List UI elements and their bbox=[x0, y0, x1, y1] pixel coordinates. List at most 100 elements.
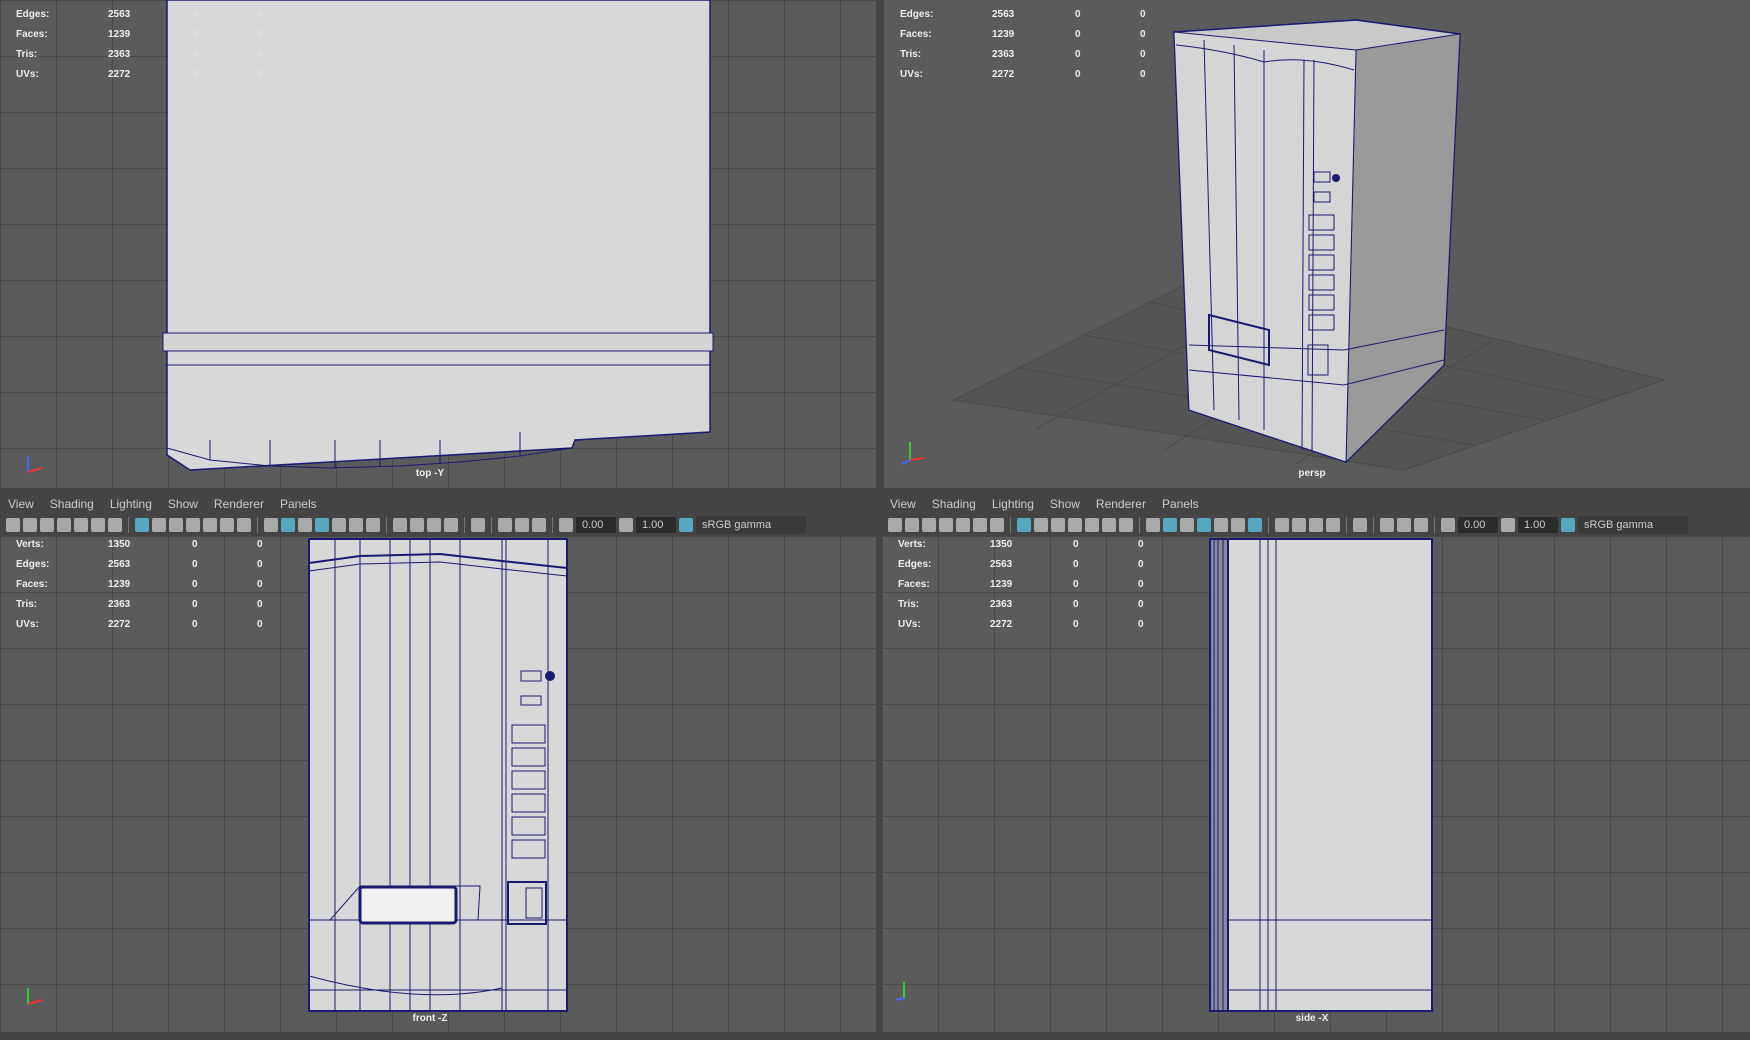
motion-blur-icon[interactable] bbox=[410, 518, 424, 532]
image-plane-icon[interactable] bbox=[956, 518, 970, 532]
xray-joints-icon[interactable] bbox=[1397, 518, 1411, 532]
isolate-select-icon[interactable] bbox=[471, 518, 485, 532]
safe-action-icon[interactable] bbox=[1102, 518, 1116, 532]
shadows-icon[interactable] bbox=[366, 518, 380, 532]
gate-mask-icon[interactable] bbox=[186, 518, 200, 532]
view-transform-dropdown[interactable]: sRGB gamma bbox=[696, 516, 806, 534]
stat-value: 0 bbox=[193, 69, 199, 80]
stat-value: 1350 bbox=[990, 539, 1013, 550]
gamma-field[interactable]: 1.00 bbox=[636, 517, 676, 533]
top-viewport[interactable]: Edges: 2563 0 0 Faces: 1239 0 0 Tris: 2363 0 0 UV… bbox=[0, 0, 876, 488]
lock-camera-icon[interactable] bbox=[23, 518, 37, 532]
exposure-field[interactable]: 0.00 bbox=[576, 517, 616, 533]
default-material-icon[interactable] bbox=[298, 518, 312, 532]
camera-attributes-icon[interactable] bbox=[922, 518, 936, 532]
motion-blur-icon[interactable] bbox=[1292, 518, 1306, 532]
2d-pan-icon[interactable] bbox=[91, 518, 105, 532]
film-gate-icon[interactable] bbox=[152, 518, 166, 532]
menu-renderer[interactable]: Renderer bbox=[1096, 497, 1146, 511]
gamma-icon[interactable] bbox=[1501, 518, 1515, 532]
anti-aliasing-icon[interactable] bbox=[427, 518, 441, 532]
field-chart-icon[interactable] bbox=[1085, 518, 1099, 532]
stat-label: Faces: bbox=[898, 579, 930, 590]
wireframe-on-shaded-icon[interactable] bbox=[1197, 518, 1211, 532]
menu-shading[interactable]: Shading bbox=[50, 497, 94, 511]
ambient-occlusion-icon[interactable] bbox=[393, 518, 407, 532]
stat-value: 2563 bbox=[990, 559, 1013, 570]
menu-view[interactable]: View bbox=[8, 497, 34, 511]
depth-of-field-icon[interactable] bbox=[444, 518, 458, 532]
field-chart-icon[interactable] bbox=[203, 518, 217, 532]
safe-title-icon[interactable] bbox=[1119, 518, 1133, 532]
camera-icon[interactable] bbox=[888, 518, 902, 532]
gate-mask-icon[interactable] bbox=[1068, 518, 1082, 532]
menu-panels[interactable]: Panels bbox=[1162, 497, 1199, 511]
view-label: persp bbox=[1298, 468, 1326, 479]
stat-label: UVs: bbox=[16, 69, 39, 80]
wireframe-icon[interactable] bbox=[264, 518, 278, 532]
smooth-shade-icon[interactable] bbox=[1163, 518, 1177, 532]
xray-joints-icon[interactable] bbox=[515, 518, 529, 532]
exposure-icon[interactable] bbox=[559, 518, 573, 532]
lock-camera-icon[interactable] bbox=[905, 518, 919, 532]
isolate-select-icon[interactable] bbox=[1353, 518, 1367, 532]
persp-view-panel: Edges: 2563 0 0 Faces: 1239 0 0 Tris: 2363 0 0 UV… bbox=[884, 0, 1750, 488]
stat-label: UVs: bbox=[898, 619, 921, 630]
menu-show[interactable]: Show bbox=[168, 497, 198, 511]
safe-title-icon[interactable] bbox=[237, 518, 251, 532]
grease-pencil-icon[interactable] bbox=[990, 518, 1004, 532]
resolution-gate-icon[interactable] bbox=[1051, 518, 1065, 532]
color-management-icon[interactable] bbox=[1561, 518, 1575, 532]
safe-action-icon[interactable] bbox=[220, 518, 234, 532]
ambient-occlusion-icon[interactable] bbox=[1275, 518, 1289, 532]
image-plane-icon[interactable] bbox=[74, 518, 88, 532]
view-transform-dropdown[interactable]: sRGB gamma bbox=[1578, 516, 1688, 534]
front-viewport[interactable]: Verts: 1350 0 0 Edges: 2563 0 0 Faces: 1239 0 0 T… bbox=[0, 536, 876, 1032]
stat-value: 0 bbox=[1075, 69, 1081, 80]
menu-show[interactable]: Show bbox=[1050, 497, 1080, 511]
grease-pencil-icon[interactable] bbox=[108, 518, 122, 532]
bookmark-icon[interactable] bbox=[57, 518, 71, 532]
lights-icon[interactable] bbox=[349, 518, 363, 532]
gamma-icon[interactable] bbox=[619, 518, 633, 532]
stat-value: 0 bbox=[257, 29, 263, 40]
color-management-icon[interactable] bbox=[679, 518, 693, 532]
2d-pan-icon[interactable] bbox=[973, 518, 987, 532]
stat-label: Verts: bbox=[898, 539, 926, 550]
lights-icon[interactable] bbox=[1231, 518, 1245, 532]
wireframe-icon[interactable] bbox=[1146, 518, 1160, 532]
gamma-field[interactable]: 1.00 bbox=[1518, 517, 1558, 533]
grid-icon[interactable] bbox=[1017, 518, 1031, 532]
menu-lighting[interactable]: Lighting bbox=[110, 497, 152, 511]
persp-viewport[interactable]: Edges: 2563 0 0 Faces: 1239 0 0 Tris: 2363 0 0 UV… bbox=[884, 0, 1750, 488]
bookmark-icon[interactable] bbox=[939, 518, 953, 532]
wireframe-on-shaded-icon[interactable] bbox=[315, 518, 329, 532]
menu-lighting[interactable]: Lighting bbox=[992, 497, 1034, 511]
camera-icon[interactable] bbox=[6, 518, 20, 532]
stat-label: Edges: bbox=[898, 559, 932, 570]
side-viewport[interactable]: Verts: 1350 0 0 Edges: 2563 0 0 Faces: 1239 0 0 T… bbox=[882, 536, 1750, 1032]
smooth-shade-icon[interactable] bbox=[281, 518, 295, 532]
grid-icon[interactable] bbox=[135, 518, 149, 532]
menu-panels[interactable]: Panels bbox=[280, 497, 317, 511]
stat-value: 1239 bbox=[108, 579, 131, 590]
depth-of-field-icon[interactable] bbox=[1326, 518, 1340, 532]
default-material-icon[interactable] bbox=[1180, 518, 1194, 532]
backface-culling-icon[interactable] bbox=[532, 518, 546, 532]
xray-icon[interactable] bbox=[1380, 518, 1394, 532]
textured-icon[interactable] bbox=[1214, 518, 1228, 532]
resolution-gate-icon[interactable] bbox=[169, 518, 183, 532]
menu-view[interactable]: View bbox=[890, 497, 916, 511]
exposure-icon[interactable] bbox=[1441, 518, 1455, 532]
film-gate-icon[interactable] bbox=[1034, 518, 1048, 532]
stat-label: UVs: bbox=[900, 69, 923, 80]
backface-culling-icon[interactable] bbox=[1414, 518, 1428, 532]
xray-icon[interactable] bbox=[498, 518, 512, 532]
anti-aliasing-icon[interactable] bbox=[1309, 518, 1323, 532]
menu-shading[interactable]: Shading bbox=[932, 497, 976, 511]
textured-icon[interactable] bbox=[332, 518, 346, 532]
menu-renderer[interactable]: Renderer bbox=[214, 497, 264, 511]
shadows-icon[interactable] bbox=[1248, 518, 1262, 532]
camera-attributes-icon[interactable] bbox=[40, 518, 54, 532]
exposure-field[interactable]: 0.00 bbox=[1458, 517, 1498, 533]
